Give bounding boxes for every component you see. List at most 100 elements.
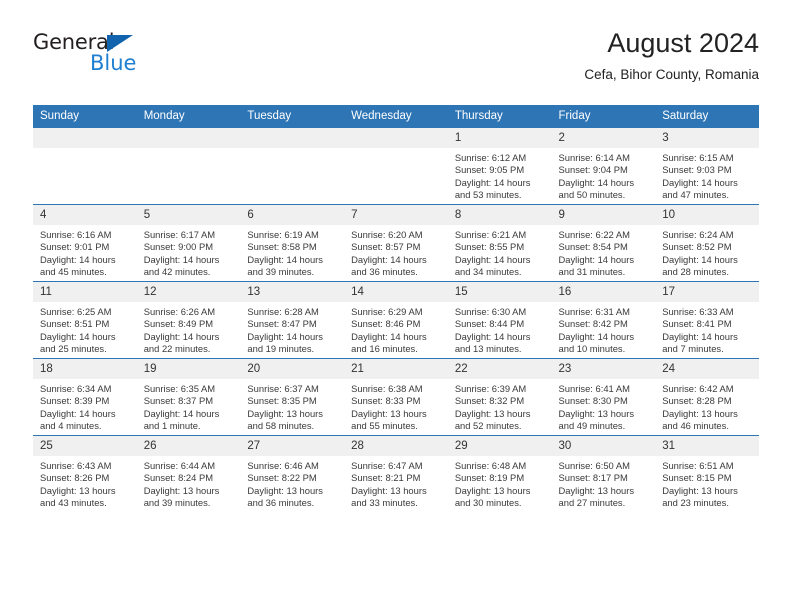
daylight-duration-line2: and 7 minutes. bbox=[662, 342, 724, 354]
daylight-duration-line2: and 31 minutes. bbox=[558, 265, 626, 277]
sunrise-time: Sunrise: 6:41 AM bbox=[558, 383, 630, 394]
calendar-day-cell[interactable]: 24 Sunrise: 6:42 AM Sunset: 8:28 PM Dayligh… bbox=[655, 358, 759, 436]
calendar-day-cell[interactable]: 5 Sunrise: 6:17 AM Sunset: 9:00 PM Daylight… bbox=[136, 204, 241, 282]
calendar-day-cell[interactable]: 3 Sunrise: 6:15 AM Sunset: 9:03 PM Daylight… bbox=[655, 127, 759, 205]
calendar-day-cell[interactable]: 4 Sunrise: 6:16 AM Sunset: 9:01 PM Daylight… bbox=[33, 204, 137, 282]
calendar-day-cell[interactable]: 29 Sunrise: 6:48 AM Sunset: 8:19 PM Dayligh… bbox=[447, 435, 552, 512]
sunrise-time: Sunrise: 6:51 AM bbox=[662, 460, 734, 471]
daylight-duration-line2: and 1 minute. bbox=[143, 419, 201, 431]
daylight-duration-line2: and 34 minutes. bbox=[454, 265, 522, 277]
weekday-header-monday: Monday bbox=[136, 105, 241, 128]
calendar-header-row: Sunday Monday Tuesday Wednesday Thursday… bbox=[33, 105, 759, 128]
daylight-duration-line1: Daylight: 13 hours bbox=[247, 407, 323, 419]
daylight-duration-line1: Daylight: 13 hours bbox=[351, 484, 427, 496]
sunset-time: Sunset: 9:04 PM bbox=[558, 164, 628, 176]
day-details: Sunrise: 6:42 AM Sunset: 8:28 PM Daylight:… bbox=[655, 379, 759, 432]
daylight-duration-line2: and 16 minutes. bbox=[351, 342, 418, 354]
calendar-day-cell[interactable]: 7 Sunrise: 6:20 AM Sunset: 8:57 PM Daylight… bbox=[344, 204, 448, 282]
day-number: 30 bbox=[551, 436, 656, 456]
day-number: 13 bbox=[240, 282, 345, 302]
calendar-day-cell[interactable]: 23 Sunrise: 6:41 AM Sunset: 8:30 PM Dayligh… bbox=[551, 358, 656, 436]
day-details: Sunrise: 6:14 AM Sunset: 9:04 PM Daylight:… bbox=[552, 148, 656, 201]
calendar-day-cell-empty bbox=[240, 127, 345, 205]
daylight-duration-line2: and 4 minutes. bbox=[40, 419, 102, 431]
calendar-week-row: 1 Sunrise: 6:12 AM Sunset: 9:05 PM Daylight… bbox=[33, 127, 759, 205]
calendar-day-cell[interactable]: 28 Sunrise: 6:47 AM Sunset: 8:21 PM Dayligh… bbox=[344, 435, 448, 512]
calendar-day-cell[interactable]: 2 Sunrise: 6:14 AM Sunset: 9:04 PM Daylight… bbox=[551, 127, 656, 205]
daylight-duration-line2: and 50 minutes. bbox=[558, 188, 626, 200]
calendar-day-cell[interactable]: 17 Sunrise: 6:33 AM Sunset: 8:41 PM Dayligh… bbox=[655, 281, 759, 359]
sunrise-time: Sunrise: 6:30 AM bbox=[454, 306, 527, 317]
calendar-day-cell[interactable]: 12 Sunrise: 6:26 AM Sunset: 8:49 PM Dayligh… bbox=[136, 281, 241, 359]
day-details: Sunrise: 6:35 AM Sunset: 8:37 PM Daylight:… bbox=[137, 379, 241, 432]
day-details: Sunrise: 6:31 AM Sunset: 8:42 PM Daylight:… bbox=[552, 302, 656, 355]
daylight-duration-line2: and 55 minutes. bbox=[351, 419, 418, 431]
sunrise-time: Sunrise: 6:28 AM bbox=[247, 306, 319, 317]
sunset-time: Sunset: 8:54 PM bbox=[558, 241, 628, 253]
calendar-day-cell[interactable]: 22 Sunrise: 6:39 AM Sunset: 8:32 PM Dayligh… bbox=[447, 358, 552, 436]
sunrise-time: Sunrise: 6:46 AM bbox=[247, 460, 319, 471]
day-details: Sunrise: 6:15 AM Sunset: 9:03 PM Daylight:… bbox=[655, 148, 759, 201]
daylight-duration-line1: Daylight: 14 hours bbox=[662, 253, 738, 265]
sunset-time: Sunset: 8:24 PM bbox=[143, 472, 214, 484]
weekday-header-friday: Friday bbox=[551, 105, 656, 128]
calendar-day-cell[interactable]: 26 Sunrise: 6:44 AM Sunset: 8:24 PM Dayligh… bbox=[136, 435, 241, 512]
sunrise-time: Sunrise: 6:15 AM bbox=[662, 152, 734, 163]
day-number: 3 bbox=[655, 128, 759, 148]
day-details: Sunrise: 6:46 AM Sunset: 8:22 PM Daylight:… bbox=[240, 456, 344, 509]
sunrise-time: Sunrise: 6:20 AM bbox=[351, 229, 423, 240]
day-details: Sunrise: 6:25 AM Sunset: 8:51 PM Daylight:… bbox=[33, 302, 137, 355]
daylight-duration-line2: and 39 minutes. bbox=[143, 496, 211, 508]
sunrise-time: Sunrise: 6:47 AM bbox=[351, 460, 423, 471]
day-number: 25 bbox=[33, 436, 137, 456]
day-number: 21 bbox=[344, 359, 448, 379]
page-header: General Blue August 2024 Cefa, Bihor Cou… bbox=[33, 26, 759, 98]
calendar-day-cell[interactable]: 31 Sunrise: 6:51 AM Sunset: 8:15 PM Dayligh… bbox=[655, 435, 759, 512]
sunset-time: Sunset: 8:51 PM bbox=[40, 318, 110, 330]
calendar-day-cell[interactable]: 11 Sunrise: 6:25 AM Sunset: 8:51 PM Dayligh… bbox=[33, 281, 137, 359]
logo-text-blue: Blue bbox=[90, 51, 137, 75]
calendar-day-cell[interactable]: 27 Sunrise: 6:46 AM Sunset: 8:22 PM Dayligh… bbox=[240, 435, 345, 512]
daylight-duration-line2: and 30 minutes. bbox=[454, 496, 522, 508]
calendar-day-cell[interactable]: 8 Sunrise: 6:21 AM Sunset: 8:55 PM Daylight… bbox=[447, 204, 552, 282]
calendar-day-cell[interactable]: 14 Sunrise: 6:29 AM Sunset: 8:46 PM Dayligh… bbox=[344, 281, 448, 359]
calendar-day-cell[interactable]: 10 Sunrise: 6:24 AM Sunset: 8:52 PM Dayligh… bbox=[655, 204, 759, 282]
day-number: 2 bbox=[551, 128, 656, 148]
calendar-day-cell[interactable]: 16 Sunrise: 6:31 AM Sunset: 8:42 PM Dayligh… bbox=[551, 281, 656, 359]
calendar-day-cell[interactable]: 20 Sunrise: 6:37 AM Sunset: 8:35 PM Dayligh… bbox=[240, 358, 345, 436]
day-number: 7 bbox=[344, 205, 448, 225]
calendar-day-cell[interactable]: 1 Sunrise: 6:12 AM Sunset: 9:05 PM Daylight… bbox=[447, 127, 552, 205]
daylight-duration-line1: Daylight: 14 hours bbox=[351, 330, 427, 342]
day-details: Sunrise: 6:33 AM Sunset: 8:41 PM Daylight:… bbox=[655, 302, 759, 355]
daylight-duration-line1: Daylight: 13 hours bbox=[454, 484, 531, 496]
title-block: August 2024 Cefa, Bihor County, Romania bbox=[584, 26, 759, 86]
sunrise-time: Sunrise: 6:19 AM bbox=[247, 229, 319, 240]
day-number bbox=[240, 128, 345, 148]
calendar-day-cell[interactable]: 15 Sunrise: 6:30 AM Sunset: 8:44 PM Dayligh… bbox=[447, 281, 552, 359]
calendar-day-cell[interactable]: 30 Sunrise: 6:50 AM Sunset: 8:17 PM Dayligh… bbox=[551, 435, 656, 512]
daylight-duration-line2: and 45 minutes. bbox=[40, 265, 107, 277]
day-details bbox=[240, 148, 344, 152]
calendar-day-cell[interactable]: 9 Sunrise: 6:22 AM Sunset: 8:54 PM Daylight… bbox=[551, 204, 656, 282]
calendar-day-cell[interactable]: 25 Sunrise: 6:43 AM Sunset: 8:26 PM Dayligh… bbox=[33, 435, 137, 512]
sunrise-time: Sunrise: 6:38 AM bbox=[351, 383, 423, 394]
daylight-duration-line2: and 39 minutes. bbox=[247, 265, 315, 277]
sunset-time: Sunset: 8:55 PM bbox=[454, 241, 525, 253]
calendar-day-cell[interactable]: 19 Sunrise: 6:35 AM Sunset: 8:37 PM Dayligh… bbox=[136, 358, 241, 436]
day-details: Sunrise: 6:16 AM Sunset: 9:01 PM Daylight:… bbox=[33, 225, 137, 278]
sunrise-time: Sunrise: 6:42 AM bbox=[662, 383, 734, 394]
calendar-day-cell[interactable]: 13 Sunrise: 6:28 AM Sunset: 8:47 PM Dayligh… bbox=[240, 281, 345, 359]
general-blue-logo[interactable]: General Blue bbox=[33, 30, 233, 86]
daylight-duration-line2: and 28 minutes. bbox=[662, 265, 729, 277]
calendar-body: 1 Sunrise: 6:12 AM Sunset: 9:05 PM Daylight… bbox=[33, 127, 759, 512]
calendar-day-cell-empty bbox=[344, 127, 448, 205]
calendar-day-cell[interactable]: 21 Sunrise: 6:38 AM Sunset: 8:33 PM Dayligh… bbox=[344, 358, 448, 436]
day-details: Sunrise: 6:26 AM Sunset: 8:49 PM Daylight:… bbox=[137, 302, 241, 355]
calendar-day-cell[interactable]: 18 Sunrise: 6:34 AM Sunset: 8:39 PM Dayligh… bbox=[33, 358, 137, 436]
daylight-duration-line2: and 13 minutes. bbox=[454, 342, 522, 354]
sunrise-time: Sunrise: 6:24 AM bbox=[662, 229, 734, 240]
day-number: 5 bbox=[136, 205, 241, 225]
sunrise-time: Sunrise: 6:21 AM bbox=[454, 229, 527, 240]
calendar-day-cell[interactable]: 6 Sunrise: 6:19 AM Sunset: 8:58 PM Daylight… bbox=[240, 204, 345, 282]
daylight-duration-line1: Daylight: 14 hours bbox=[454, 176, 531, 188]
